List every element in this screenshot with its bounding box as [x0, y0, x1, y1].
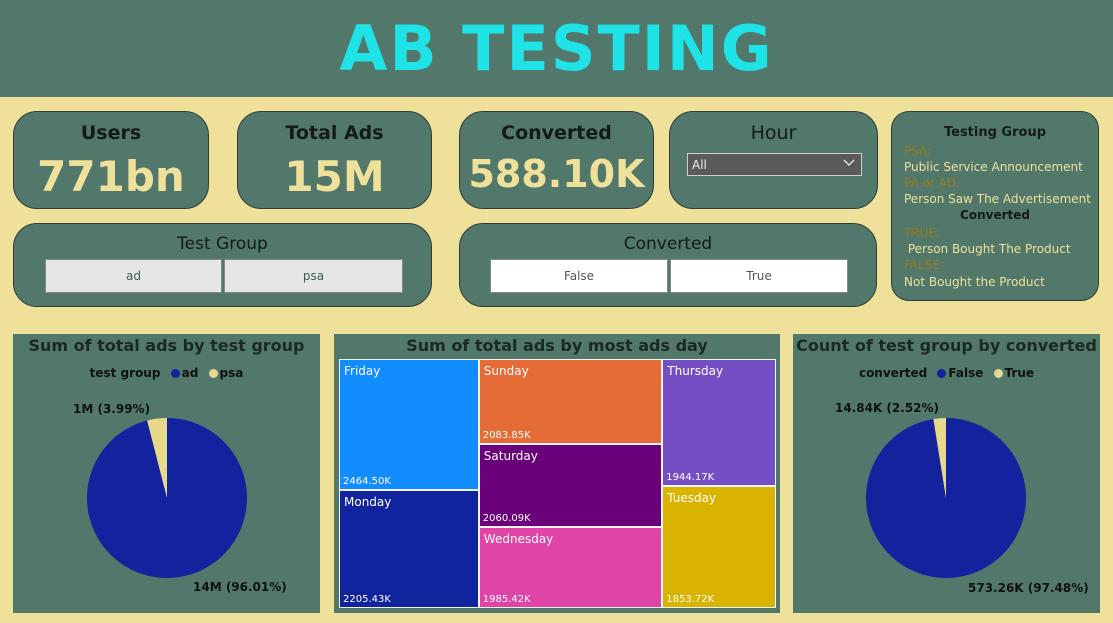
legend-pa-def: Person Saw The Advertisement: [904, 192, 1091, 206]
treemap-tile-label: Thursday: [667, 364, 724, 378]
test-group-slicer: Test Group ad psa: [13, 223, 432, 307]
legend-false-def: Not Bought the Product: [904, 275, 1045, 289]
hour-selected: All: [692, 157, 707, 172]
converted-option-false[interactable]: False: [490, 259, 668, 293]
converted-slicer-title: Converted: [623, 234, 713, 254]
treemap-tile-thursday[interactable]: Thursday 1944.17K: [662, 359, 776, 487]
total-ads-card: Total Ads 15M: [237, 111, 432, 209]
legend-title: Testing Group: [943, 125, 1047, 140]
hour-dropdown[interactable]: All: [687, 153, 862, 176]
treemap-tile-friday[interactable]: Friday 2464.50K: [339, 359, 479, 491]
pie-chart: [866, 418, 1026, 578]
converted-option-true[interactable]: True: [670, 259, 848, 293]
treemap-tile-label: Sunday: [483, 364, 529, 378]
treemap-tile-label: Friday: [344, 364, 381, 378]
treemap-tile-value: 2060.09K: [482, 513, 531, 525]
legend-psa-def: Public Service Announcement: [904, 160, 1083, 174]
converted-pie-panel: Count of test group by converted convert…: [793, 334, 1100, 613]
treemap-tile-value: 2205.43K: [343, 593, 391, 605]
converted-value: 588.10K: [468, 152, 645, 196]
test-group-option-ad[interactable]: ad: [45, 259, 222, 293]
legend-true-def: Person Bought The Product: [904, 242, 1071, 256]
legend-psa-term: PSA:: [904, 144, 932, 158]
treemap-tile-value: 2083.85K: [482, 429, 531, 441]
testing-group-legend: Testing Group PSA: Public Service Announ…: [891, 111, 1099, 301]
total-ads-value: 15M: [284, 152, 385, 201]
test-group-option-psa[interactable]: psa: [224, 259, 403, 293]
pie-label-psa: 1M (3.99%): [73, 402, 151, 416]
treemap-tile-saturday[interactable]: Saturday 2060.09K: [478, 443, 663, 528]
chart-title: Sum of total ads by most ads day: [406, 336, 708, 355]
chevron-down-icon: [842, 156, 856, 173]
treemap-tile-wednesday[interactable]: Wednesday 1985.42K: [478, 527, 663, 608]
hour-label: Hour: [750, 122, 797, 144]
treemap-tile-value: 1985.42K: [482, 593, 531, 605]
treemap-tile-label: Monday: [344, 495, 392, 510]
page-title: AB TESTING: [339, 12, 774, 85]
converted-label: Converted: [501, 122, 612, 144]
users-value: 771bn: [37, 152, 185, 201]
ads-by-day-treemap-panel: Sum of total ads by most ads day Friday 2…: [334, 334, 780, 613]
header-bar: AB TESTING: [0, 0, 1113, 97]
treemap-tile-value: 1853.72K: [666, 593, 715, 605]
legend-pa-term: PA or AD:: [904, 176, 961, 190]
converted-card: Converted 588.10K: [459, 111, 654, 209]
pie-label-ad: 14M (96.01%): [193, 580, 287, 594]
treemap-tile-tuesday[interactable]: Tuesday 1853.72K: [662, 486, 776, 608]
test-group-title: Test Group: [177, 234, 268, 254]
legend-false-term: FALSE:: [904, 258, 944, 272]
treemap-tile-label: Wednesday: [483, 532, 554, 547]
pie-chart: [86, 418, 247, 578]
legend-true-term: TRUE:: [904, 226, 941, 240]
treemap-tile-label: Saturday: [483, 448, 538, 463]
legend-converted-heading: Converted: [960, 208, 1030, 222]
users-card: Users 771bn: [13, 111, 209, 209]
hour-slicer: Hour All: [669, 111, 878, 209]
treemap-tile-sunday[interactable]: Sunday 2083.85K: [478, 359, 663, 444]
treemap-tile-value: 1944.17K: [666, 472, 715, 484]
users-label: Users: [80, 122, 142, 144]
treemap-tile-label: Tuesday: [667, 491, 717, 506]
total-ads-label: Total Ads: [285, 122, 384, 144]
treemap-tile-value: 2464.50K: [343, 476, 391, 488]
pie-label-false: 573.26K (97.48%): [968, 581, 1089, 595]
treemap-tile-monday[interactable]: Monday 2205.43K: [339, 490, 479, 608]
test-group-pie-panel: Sum of total ads by test group test grou…: [13, 334, 320, 613]
converted-slicer: Converted False True: [459, 223, 877, 307]
pie-label-true: 14.84K (2.52%): [835, 401, 940, 415]
